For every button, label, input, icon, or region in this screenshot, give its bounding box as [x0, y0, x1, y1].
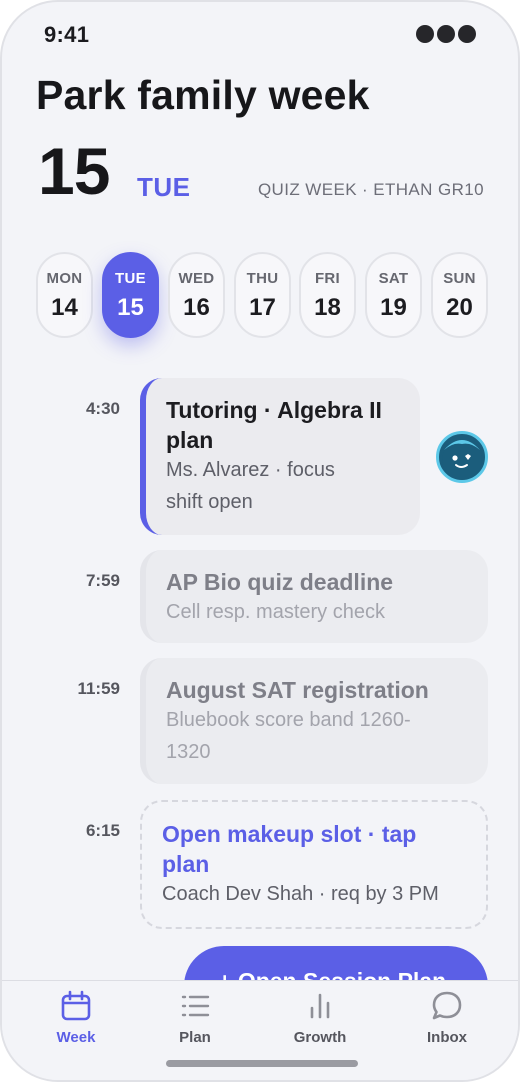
day-pill-mon[interactable]: MON 14 — [36, 252, 93, 338]
status-dot-icon — [416, 25, 434, 43]
event-time: 6:15 — [85, 821, 120, 840]
calendar-icon — [61, 990, 91, 1021]
day-number: 18 — [314, 294, 341, 321]
event-time: 4:30 — [85, 399, 120, 418]
event-card-makeup-slot[interactable]: Open makeup slot · tap plan Coach Dev Sh… — [140, 800, 488, 929]
event-subtitle: shift open — [166, 491, 253, 513]
day-number: 17 — [249, 294, 276, 321]
tab-label: Growth — [293, 1029, 347, 1046]
day-name: MON — [46, 270, 83, 287]
event-subtitle: Bluebook score band 1260- — [166, 709, 411, 731]
event-title: plan — [166, 427, 214, 453]
status-dot-icon — [458, 25, 476, 43]
day-pill-sat[interactable]: SAT 19 — [365, 252, 422, 338]
tab-label: Plan — [179, 1029, 211, 1046]
day-pill-wed[interactable]: WED 16 — [168, 252, 225, 338]
day-name: SAT — [378, 270, 409, 287]
avatar[interactable] — [436, 431, 488, 483]
tab-growth[interactable]: Growth — [275, 989, 365, 1055]
chat-bubble-icon — [432, 991, 462, 1020]
status-time: 9:41 — [44, 22, 90, 47]
tab-label: Week — [56, 1029, 96, 1046]
day-pill-sun[interactable]: SUN 20 — [431, 252, 488, 338]
event-subtitle: Ms. Alvarez · focus — [166, 459, 335, 481]
day-pill-fri[interactable]: FRI 18 — [299, 252, 356, 338]
tab-inbox[interactable]: Inbox — [402, 989, 492, 1055]
event-title: August SAT registration — [166, 677, 429, 703]
day-name: WED — [178, 270, 215, 287]
day-number: 16 — [183, 294, 210, 321]
selected-day-name: TUE — [137, 172, 191, 202]
event-card-tutoring[interactable]: Tutoring · Algebra II plan Ms. Alvarez ·… — [140, 378, 420, 535]
event-time: 7:59 — [85, 571, 120, 590]
event-time: 11:59 — [77, 679, 120, 698]
day-name: THU — [246, 270, 279, 287]
page-title: Park family week — [36, 72, 370, 118]
day-name: SUN — [443, 270, 476, 287]
bar-chart-icon — [310, 993, 330, 1019]
day-strip: MON 14 TUE 15 WED 16 THU 17 FRI 18 SAT 1… — [36, 252, 488, 338]
event-card-sat-registration[interactable]: August SAT registration Bluebook score b… — [140, 658, 488, 784]
tab-label: Inbox — [427, 1029, 467, 1046]
day-number: 19 — [380, 294, 407, 321]
day-number: 14 — [51, 294, 78, 321]
tab-plan[interactable]: Plan — [150, 989, 240, 1055]
event-subtitle: Cell resp. mastery check — [166, 601, 385, 623]
tab-bar: Week Plan Growth Inbox — [2, 980, 518, 1080]
status-bar: 9:41 — [2, 2, 518, 66]
day-name: FRI — [314, 270, 341, 287]
event-title: Open makeup slot · tap — [162, 821, 417, 847]
phone-frame: 9:41 Park family week 15 TUE QUIZ WEEK ·… — [0, 0, 520, 1082]
tab-week[interactable]: Week — [31, 989, 121, 1055]
event-subtitle: 1320 — [166, 741, 211, 763]
day-pill-tue[interactable]: TUE 15 — [102, 252, 159, 338]
day-number: 15 — [117, 294, 144, 321]
week-tag: QUIZ WEEK · ETHAN GR10 — [257, 180, 484, 199]
event-title: Tutoring · Algebra II — [166, 397, 382, 423]
event-subtitle: Coach Dev Shah · req by 3 PM — [162, 883, 439, 905]
status-dot-icon — [437, 25, 455, 43]
event-title: AP Bio quiz deadline — [166, 569, 394, 595]
avatar-face-icon — [442, 440, 482, 480]
event-title: plan — [162, 851, 210, 877]
home-indicator — [166, 1060, 358, 1067]
day-name: TUE — [115, 270, 146, 287]
status-icons — [416, 25, 476, 43]
list-icon — [181, 995, 210, 1017]
event-card-bio-quiz[interactable]: AP Bio quiz deadline Cell resp. mastery … — [140, 550, 488, 643]
selected-date-number: 15 — [38, 134, 110, 208]
day-number: 20 — [446, 294, 473, 321]
day-pill-thu[interactable]: THU 17 — [234, 252, 291, 338]
